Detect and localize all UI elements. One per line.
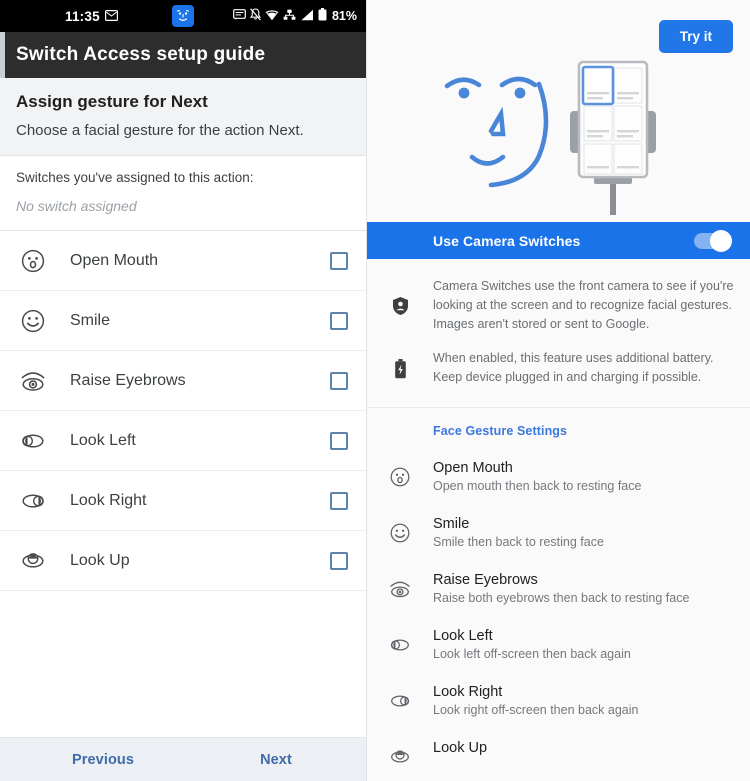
look-up-icon bbox=[20, 548, 54, 574]
signal-icon bbox=[300, 9, 314, 24]
look-up-icon bbox=[367, 740, 433, 768]
notifications-off-icon bbox=[249, 8, 261, 24]
gesture-row-look-right[interactable]: Look Right bbox=[0, 471, 366, 531]
settings-row-open-mouth[interactable]: Open Mouth Open mouth then back to resti… bbox=[367, 450, 750, 506]
face-gesture-settings-list: Open Mouth Open mouth then back to resti… bbox=[367, 450, 750, 781]
gesture-label: Raise Eyebrows bbox=[70, 371, 186, 389]
smile-icon bbox=[20, 308, 54, 334]
page-title: Switch Access setup guide bbox=[16, 44, 266, 65]
status-center bbox=[172, 5, 194, 27]
settings-row-title: Raise Eyebrows bbox=[433, 571, 538, 588]
gesture-checkbox[interactable] bbox=[330, 251, 348, 270]
message-icon bbox=[233, 8, 246, 24]
use-camera-switches-label: Use Camera Switches bbox=[433, 232, 581, 249]
face-gesture-settings-title: Face Gesture Settings bbox=[433, 423, 568, 438]
settings-row-title: Look Right bbox=[433, 683, 503, 700]
section-subtitle: Choose a facial gesture for the action N… bbox=[16, 122, 304, 139]
gesture-list: Open Mouth Smile Raise Eyebrows Look Lef… bbox=[0, 231, 366, 737]
status-time: 11:35 bbox=[65, 8, 100, 24]
settings-row-look-up[interactable]: Look Up bbox=[367, 730, 750, 781]
settings-row-subtitle: Open mouth then back to resting face bbox=[433, 478, 642, 493]
gesture-checkbox[interactable] bbox=[330, 431, 348, 450]
open-mouth-icon bbox=[20, 248, 54, 274]
settings-row-subtitle: Look left off-screen then back again bbox=[433, 646, 631, 661]
gesture-label: Open Mouth bbox=[70, 251, 159, 269]
settings-row-title: Smile bbox=[433, 515, 470, 532]
gesture-row-smile[interactable]: Smile bbox=[0, 291, 366, 351]
toggle-knob bbox=[710, 229, 732, 252]
gesture-row-look-up[interactable]: Look Up bbox=[0, 531, 366, 591]
settings-row-subtitle: Smile then back to resting face bbox=[433, 534, 604, 549]
gesture-row-look-left[interactable]: Look Left bbox=[0, 411, 366, 471]
smile-icon bbox=[367, 516, 433, 544]
gesture-checkbox[interactable] bbox=[330, 371, 348, 390]
section-title: Assign gesture for Next bbox=[16, 92, 208, 111]
open-mouth-icon bbox=[367, 460, 433, 488]
settings-row-look-right[interactable]: Look Right Look right off-screen then ba… bbox=[367, 674, 750, 730]
gesture-checkbox[interactable] bbox=[330, 311, 348, 330]
battery-icon bbox=[318, 8, 327, 24]
app-bar: Switch Access setup guide bbox=[0, 32, 366, 78]
settings-row-text: Look Up bbox=[433, 740, 487, 759]
settings-row-raise-eyebrows[interactable]: Raise Eyebrows Raise both eyebrows then … bbox=[367, 562, 750, 618]
settings-row-text: Look Right Look right off-screen then ba… bbox=[433, 684, 638, 717]
info-row-privacy: Camera Switches use the front camera to … bbox=[367, 269, 750, 341]
status-bar-right: 81% bbox=[233, 8, 357, 24]
vpn-icon bbox=[283, 9, 296, 24]
settings-row-look-left[interactable]: Look Left Look left off-screen then back… bbox=[367, 618, 750, 674]
dual-screenshot-container: 11:35 81% Switch Access setup guide Assi… bbox=[0, 0, 750, 781]
battery-percent: 81% bbox=[331, 9, 357, 23]
settings-row-smile[interactable]: Smile Smile then back to resting face bbox=[367, 506, 750, 562]
settings-row-title: Look Left bbox=[433, 627, 493, 644]
gesture-checkbox[interactable] bbox=[330, 551, 348, 570]
raise-eyebrows-icon bbox=[20, 368, 54, 394]
settings-row-subtitle: Raise both eyebrows then back to resting… bbox=[433, 590, 690, 605]
privacy-shield-icon bbox=[367, 277, 433, 333]
gesture-label: Look Right bbox=[70, 491, 147, 509]
raise-eyebrows-icon bbox=[367, 572, 433, 600]
gesture-label: Look Up bbox=[70, 551, 130, 569]
status-bar-left: 11:35 bbox=[65, 9, 118, 24]
appbar-left-gutter bbox=[0, 32, 5, 78]
settings-row-text: Raise Eyebrows Raise both eyebrows then … bbox=[433, 572, 689, 605]
section-header: Assign gesture for Next Choose a facial … bbox=[0, 78, 366, 156]
assigned-switches-block: Switches you've assigned to this action:… bbox=[0, 156, 366, 231]
gesture-label: Smile bbox=[70, 311, 111, 329]
look-left-icon bbox=[20, 428, 54, 454]
face-and-phone-on-stand-illustration bbox=[444, 60, 656, 215]
camera-switches-face-icon bbox=[172, 5, 194, 27]
settings-row-title: Open Mouth bbox=[433, 459, 513, 476]
left-phone-screen: 11:35 81% Switch Access setup guide Assi… bbox=[0, 0, 367, 781]
previous-button[interactable]: Previous bbox=[72, 752, 134, 768]
look-right-icon bbox=[367, 684, 433, 712]
settings-row-subtitle: Look right off-screen then back again bbox=[433, 702, 639, 717]
gesture-row-raise-eyebrows[interactable]: Raise Eyebrows bbox=[0, 351, 366, 411]
gesture-label: Look Left bbox=[70, 431, 136, 449]
gesture-checkbox[interactable] bbox=[330, 491, 348, 510]
use-camera-switches-toggle[interactable] bbox=[694, 229, 732, 252]
battery-charging-icon bbox=[367, 349, 433, 387]
right-phone-screen: Try it Use Camera Switches Camera Switch… bbox=[367, 0, 750, 781]
settings-row-text: Open Mouth Open mouth then back to resti… bbox=[433, 460, 641, 493]
use-camera-switches-row[interactable]: Use Camera Switches bbox=[367, 222, 750, 259]
status-bar: 11:35 81% bbox=[0, 0, 366, 32]
bottom-navigation-bar: Previous Next bbox=[0, 737, 366, 781]
info-block: Camera Switches use the front camera to … bbox=[367, 259, 750, 408]
info-row-battery: When enabled, this feature uses addition… bbox=[367, 341, 750, 395]
assigned-switches-label: Switches you've assigned to this action: bbox=[16, 170, 254, 185]
wifi-icon bbox=[265, 9, 279, 24]
hero-illustration-area: Try it bbox=[367, 0, 750, 222]
look-right-icon bbox=[20, 488, 54, 514]
settings-row-title: Look Up bbox=[433, 739, 488, 756]
info-text: When enabled, this feature uses addition… bbox=[433, 351, 714, 384]
assigned-switches-value: No switch assigned bbox=[16, 198, 137, 214]
info-text: Camera Switches use the front camera to … bbox=[433, 279, 734, 331]
gesture-row-open-mouth[interactable]: Open Mouth bbox=[0, 231, 366, 291]
look-left-icon bbox=[367, 628, 433, 656]
settings-row-text: Smile Smile then back to resting face bbox=[433, 516, 604, 549]
next-button[interactable]: Next bbox=[260, 752, 292, 768]
settings-row-text: Look Left Look left off-screen then back… bbox=[433, 628, 631, 661]
mail-icon bbox=[104, 9, 118, 24]
